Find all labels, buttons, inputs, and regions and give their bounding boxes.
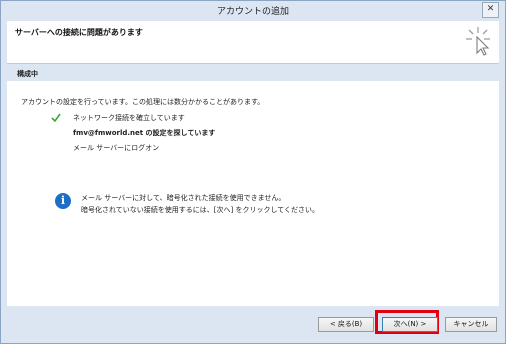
next-button[interactable]: 次へ(N) > (382, 317, 438, 332)
close-button[interactable]: ✕ (482, 2, 499, 18)
content-area: 構成中 アカウントの設定を行っています。この処理には数分かかることがあります。 … (7, 64, 499, 306)
step-connect: ネットワーク接続を確立しています (73, 114, 185, 122)
dialog-header: サーバーへの接続に問題があります (7, 21, 499, 64)
title-bar: アカウントの追加 ✕ (1, 1, 505, 21)
window-title: アカウントの追加 (216, 7, 289, 17)
dialog-footer: < 戻る(B) 次へ(N) > キャンセル (7, 307, 499, 339)
cancel-button[interactable]: キャンセル (445, 317, 497, 332)
info-icon: i (55, 193, 71, 209)
header-heading: サーバーへの接続に問題があります (15, 28, 143, 37)
section-bar: 構成中 (7, 64, 499, 81)
back-button[interactable]: < 戻る(B) (318, 317, 374, 332)
step-search-settings: fmv@fmworld.net の設定を探しています (73, 129, 216, 137)
account-add-dialog: アカウントの追加 ✕ サーバーへの接続に問題があります 構成中 アカウントの設定… (0, 0, 506, 344)
wizard-cursor-icon (466, 27, 490, 56)
info-line-2: 暗号化されていない接続を使用するには、[次へ] をクリックしてください。 (81, 206, 320, 214)
progress-intro: アカウントの設定を行っています。この処理には数分かかることがあります。 (21, 98, 265, 106)
step-logon: メール サーバーにログオン (73, 144, 160, 152)
info-line-1: メール サーバーに対して、暗号化された接続を使用できません。 (81, 194, 286, 202)
section-title: 構成中 (17, 70, 38, 78)
check-icon (51, 113, 61, 122)
